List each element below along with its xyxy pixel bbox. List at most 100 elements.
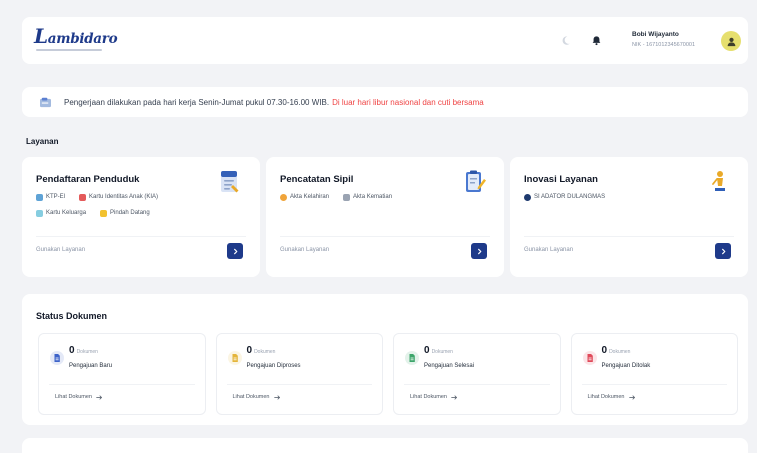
service-card-title: Inovasi Layanan	[524, 174, 598, 185]
chevron-right-icon	[721, 248, 725, 254]
view-documents-label: Lihat Dokumen	[55, 394, 92, 400]
status-count: 0 Dokumen	[602, 345, 631, 356]
user-avatar-icon	[727, 37, 735, 46]
user-name[interactable]: Bobi Wijayanto	[632, 31, 679, 38]
service-item-list: Akta Kelahiran Akta Kematian	[280, 192, 450, 202]
service-item-akta-kematian[interactable]: Akta Kematian	[343, 192, 392, 202]
view-documents-link[interactable]: Lihat Dokumen	[55, 394, 103, 400]
service-item-akta-kelahiran[interactable]: Akta Kelahiran	[280, 192, 329, 202]
arrow-right-icon	[451, 394, 457, 400]
service-item-ktp-el[interactable]: KTP-El	[36, 192, 65, 202]
service-item-pindah-datang[interactable]: Pindah Datang	[100, 208, 150, 218]
service-card-inovasi-layanan: Inovasi Layanan SI ADATOR DULANGMAS Guna…	[510, 157, 748, 277]
view-documents-link[interactable]: Lihat Dokumen	[588, 394, 636, 400]
clipboard-pen-icon	[466, 170, 486, 192]
status-count-unit: Dokumen	[254, 349, 276, 355]
view-documents-label: Lihat Dokumen	[410, 394, 447, 400]
family-card-icon	[36, 209, 43, 217]
services-section-title: Layanan	[26, 137, 59, 146]
service-item-label: Kartu Keluarga	[46, 210, 87, 216]
arrow-right-icon	[273, 394, 280, 400]
status-card-rejected: 0 Dokumen Pengajuan Ditolak Lihat Dokume…	[570, 333, 738, 415]
document-status-panel: Status Dokumen 0 Dokumen Pengajuan Baru …	[22, 294, 748, 425]
view-documents-label: Lihat Dokumen	[232, 394, 270, 400]
service-card-pendaftaran-penduduk: Pendaftaran Penduduk KTP-El Kartu Identi…	[22, 157, 260, 277]
theme-toggle-button[interactable]	[560, 35, 571, 46]
avatar[interactable]	[721, 31, 741, 51]
view-documents-link[interactable]: Lihat Dokumen	[410, 394, 458, 400]
innovation-icon	[524, 193, 531, 201]
status-card-processing: 0 Dokumen Pengajuan Diproses Lihat Dokum…	[215, 333, 383, 415]
service-item-label: Akta Kelahiran	[290, 194, 330, 200]
moon-icon	[562, 36, 570, 45]
status-divider	[404, 384, 550, 385]
user-id: NIK - 1671012345670001	[632, 42, 695, 48]
status-count-value: 0	[246, 345, 253, 356]
status-count: 0 Dokumen	[69, 345, 98, 356]
use-service-button[interactable]	[715, 243, 731, 259]
status-count-value: 0	[69, 345, 75, 356]
service-item-label: Kartu Identitas Anak (KIA)	[89, 194, 159, 200]
service-item-label: SI ADATOR DULANGMAS	[534, 194, 606, 200]
status-count: 0 Dokumen	[424, 345, 453, 356]
id-card-icon	[36, 193, 43, 201]
arrow-right-icon	[628, 394, 635, 400]
service-item-list: KTP-El Kartu Identitas Anak (KIA) Kartu …	[36, 192, 206, 218]
use-service-button[interactable]	[471, 243, 487, 259]
service-item-kia[interactable]: Kartu Identitas Anak (KIA)	[79, 192, 158, 202]
status-card-completed: 0 Dokumen Pengajuan Selesai Lihat Dokume…	[393, 333, 561, 415]
app-logo[interactable]: Lambidaro	[34, 24, 118, 50]
service-item-label: Akta Kematian	[353, 194, 393, 200]
notice-highlight-text: Di luar hari libur nasional dan cuti ber…	[332, 97, 484, 107]
status-divider	[226, 384, 372, 385]
service-hours-notice: Pengerjaan dilakukan pada hari kerja Sen…	[22, 87, 748, 117]
view-documents-link[interactable]: Lihat Dokumen	[233, 394, 281, 400]
status-divider	[49, 384, 195, 385]
logo-tagline	[36, 49, 102, 51]
document-done-icon	[405, 351, 419, 365]
view-documents-label: Lihat Dokumen	[587, 394, 625, 400]
use-service-link[interactable]: Gunakan Layanan	[36, 247, 85, 253]
use-service-link[interactable]: Gunakan Layanan	[280, 247, 329, 253]
service-item-si-adator[interactable]: SI ADATOR DULANGMAS	[524, 192, 605, 202]
moving-icon	[100, 209, 108, 217]
notification-button[interactable]	[591, 35, 602, 46]
arrow-right-icon	[96, 394, 102, 400]
status-count-value: 0	[424, 345, 430, 356]
use-service-link[interactable]: Gunakan Layanan	[524, 247, 573, 253]
card-divider	[280, 236, 490, 237]
status-count-unit: Dokumen	[609, 349, 631, 355]
document-icon	[40, 97, 51, 107]
next-section-panel	[22, 438, 748, 453]
notice-main-text: Pengerjaan dilakukan pada hari kerja Sen…	[64, 97, 330, 107]
card-divider	[36, 236, 246, 237]
document-new-icon	[50, 351, 64, 365]
document-status-grid: 0 Dokumen Pengajuan Baru Lihat Dokumen 0	[38, 333, 738, 415]
service-item-label: Pindah Datang	[110, 210, 150, 216]
status-label: Pengajuan Selesai	[424, 363, 475, 369]
service-card-pencatatan-sipil: Pencatatan Sipil Akta Kelahiran Akta Kem…	[266, 157, 504, 277]
notice-text: Pengerjaan dilakukan pada hari kerja Sen…	[64, 98, 484, 107]
status-label: Pengajuan Baru	[69, 363, 113, 369]
status-label: Pengajuan Ditolak	[601, 363, 651, 369]
id-document-icon	[221, 171, 239, 193]
status-count-unit: Dokumen	[431, 349, 453, 355]
status-count-unit: Dokumen	[76, 349, 98, 355]
service-item-kartu-keluarga[interactable]: Kartu Keluarga	[36, 208, 86, 218]
service-item-label: KTP-El	[46, 194, 66, 200]
death-certificate-icon	[343, 193, 351, 201]
service-card-title: Pencatatan Sipil	[280, 174, 354, 185]
document-status-title: Status Dokumen	[36, 311, 108, 321]
card-divider	[524, 236, 734, 237]
status-label: Pengajuan Diproses	[246, 363, 301, 369]
document-process-icon	[227, 351, 242, 365]
document-rejected-icon	[582, 351, 597, 365]
top-header: Lambidaro Bobi Wijayanto NIK - 167101234…	[22, 17, 748, 64]
use-service-button[interactable]	[227, 243, 243, 259]
status-card-new: 0 Dokumen Pengajuan Baru Lihat Dokumen	[38, 333, 206, 415]
service-item-list: SI ADATOR DULANGMAS	[524, 192, 694, 202]
chevron-right-icon	[477, 248, 481, 254]
chevron-right-icon	[233, 248, 237, 254]
status-divider	[581, 384, 727, 385]
status-count: 0 Dokumen	[247, 345, 276, 356]
